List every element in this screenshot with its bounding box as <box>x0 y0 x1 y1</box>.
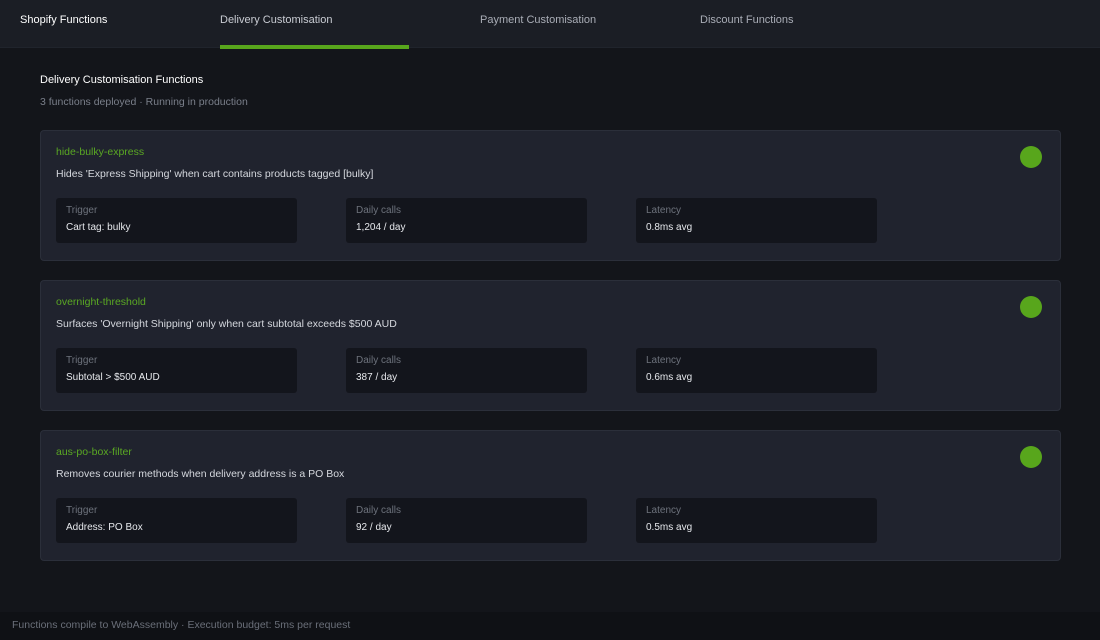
top-navigation: Shopify Functions Delivery Customisation… <box>0 0 1100 49</box>
page-subtitle: 3 functions deployed · Running in produc… <box>40 96 248 108</box>
status-indicator[interactable] <box>1020 296 1042 318</box>
footer-bar: Functions compile to WebAssembly · Execu… <box>0 612 1100 640</box>
metric-label: Trigger <box>66 505 98 516</box>
tab-delivery-customisation[interactable]: Delivery Customisation <box>220 0 409 49</box>
tab-discount-functions[interactable]: Discount Functions <box>700 0 840 48</box>
tab-payment-customisation[interactable]: Payment Customisation <box>480 0 640 48</box>
metric-daily-calls: Daily calls 92 / day <box>346 498 587 543</box>
function-name: hide-bulky-express <box>56 146 145 158</box>
metric-trigger: Trigger Address: PO Box <box>56 498 297 543</box>
brand-title: Shopify Functions <box>20 14 108 26</box>
function-description: Hides 'Express Shipping' when cart conta… <box>56 168 374 180</box>
metric-value: Cart tag: bulky <box>66 222 131 233</box>
metric-trigger: Trigger Subtotal > $500 AUD <box>56 348 297 393</box>
metric-label: Daily calls <box>356 355 402 366</box>
function-card: aus-po-box-filter Removes courier method… <box>40 430 1061 561</box>
footer-text: Functions compile to WebAssembly · Execu… <box>12 619 351 631</box>
metric-label: Daily calls <box>356 205 402 216</box>
function-description: Removes courier methods when delivery ad… <box>56 468 345 480</box>
metric-latency: Latency 0.6ms avg <box>636 348 877 393</box>
metric-label: Latency <box>646 355 682 366</box>
metric-value: 92 / day <box>356 522 392 533</box>
metric-trigger: Trigger Cart tag: bulky <box>56 198 297 243</box>
status-indicator[interactable] <box>1020 146 1042 168</box>
tab-label: Delivery Customisation <box>220 14 333 26</box>
function-name: overnight-threshold <box>56 296 146 308</box>
status-indicator[interactable] <box>1020 446 1042 468</box>
page-title: Delivery Customisation Functions <box>40 74 204 86</box>
tab-label: Discount Functions <box>700 14 794 26</box>
metric-value: Subtotal > $500 AUD <box>66 372 160 383</box>
metric-value: 1,204 / day <box>356 222 406 233</box>
metric-value: 0.6ms avg <box>646 372 693 383</box>
metric-latency: Latency 0.8ms avg <box>636 198 877 243</box>
metric-label: Latency <box>646 505 682 516</box>
tab-label: Payment Customisation <box>480 14 597 26</box>
metric-label: Trigger <box>66 355 98 366</box>
metric-value: Address: PO Box <box>66 522 143 533</box>
function-name: aus-po-box-filter <box>56 446 132 458</box>
active-tab-indicator <box>220 45 409 49</box>
metric-value: 387 / day <box>356 372 398 383</box>
function-card: overnight-threshold Surfaces 'Overnight … <box>40 280 1061 411</box>
function-card: hide-bulky-express Hides 'Express Shippi… <box>40 130 1061 261</box>
metric-latency: Latency 0.5ms avg <box>636 498 877 543</box>
metric-value: 0.8ms avg <box>646 222 693 233</box>
metric-daily-calls: Daily calls 1,204 / day <box>346 198 587 243</box>
function-description: Surfaces 'Overnight Shipping' only when … <box>56 318 397 330</box>
metric-label: Daily calls <box>356 505 402 516</box>
metric-daily-calls: Daily calls 387 / day <box>346 348 587 393</box>
metric-value: 0.5ms avg <box>646 522 693 533</box>
metric-label: Latency <box>646 205 682 216</box>
metric-label: Trigger <box>66 205 98 216</box>
